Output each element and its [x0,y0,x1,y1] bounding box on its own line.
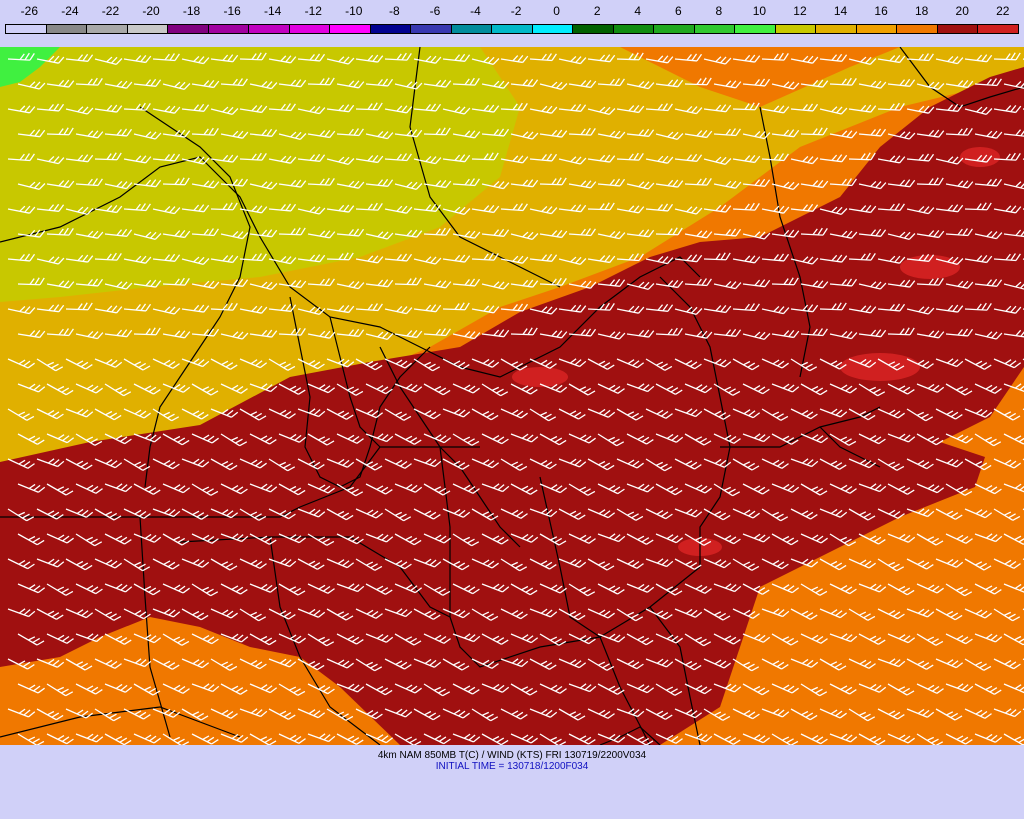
colorbar-tick-label: -2 [510,4,522,18]
colorbar-swatch [654,25,695,33]
weather-map [0,47,1024,745]
caption-initial-time: INITIAL TIME = 130718/1200F034 [435,761,589,772]
colorbar-swatch [411,25,452,33]
colorbar-tick-label: 2 [593,4,601,18]
colorbar-swatch [978,25,1018,33]
colorbar-tick-labels: -26 -24 -22 -20 -18 -16 -14 -12 -10 -8 -6 -4 -2 0 2 4 6 8… [0,4,1024,22]
colorbar-tick-label: -8 [389,4,400,18]
colorbar-tick-label: -14 [264,4,282,18]
weather-map-panel [0,47,1024,745]
colorbar-swatch [573,25,614,33]
colorbar-swatch [775,25,817,33]
colorbar-tick-label: 4 [634,4,642,18]
colorbar-swatch [735,25,776,33]
colorbar-tick-label: -18 [182,4,201,18]
colorbar-swatch [6,25,47,33]
colorbar-swatch [370,25,412,33]
colorbar-swatch [613,25,655,33]
colorbar-tick-label: 22 [996,4,1010,18]
colorbar-tick-label: 16 [874,4,888,18]
map-caption: 4km NAM 850MB T(C) / WIND (KTS) FRI 1307… [0,750,1024,772]
colorbar-swatch [46,25,88,33]
colorbar-swatch [249,25,290,33]
colorbar-tick-label: 8 [715,4,723,18]
colorbar-tick-label: 6 [674,4,682,18]
colorbar-tick-label: 18 [914,4,929,18]
colorbar-tick-label: -12 [304,4,322,18]
colorbar-swatch [694,25,736,33]
colorbar-swatch [492,25,533,33]
colorbar-swatch [897,25,938,33]
colorbar-tick-label: 10 [752,4,767,18]
colorbar-swatch [208,25,250,33]
colorbar-swatch [816,25,857,33]
colorbar-tick-label: -10 [345,4,363,18]
colorbar-tick-label: -16 [223,4,241,18]
colorbar-swatch [856,25,898,33]
colorbar-tick-label: -24 [61,4,79,18]
colorbar-swatch [289,25,331,33]
colorbar-tick-label: 0 [553,4,560,18]
colorbar-tick-label: 12 [793,4,807,18]
colorbar-swatch [451,25,493,33]
colorbar-tick-label: 20 [955,4,969,18]
colorbar-swatch [937,25,979,33]
colorbar-swatch [168,25,209,33]
colorbar-swatch [127,25,169,33]
colorbar-tick-label: -26 [20,4,38,18]
caption-model-valid-time: 4km NAM 850MB T(C) / WIND (KTS) FRI 1307… [377,750,647,761]
colorbar-swatch [87,25,128,33]
colorbar-swatch [532,25,574,33]
colorbar-tick-label: -4 [470,4,481,18]
colorbar-tick-label: -6 [429,4,441,18]
colorbar-swatch [330,25,371,33]
colorbar-tick-label: -20 [142,4,160,18]
colorbar-tick-label: -22 [101,4,120,18]
temperature-colorbar [5,24,1019,34]
colorbar-tick-label: 14 [833,4,848,18]
